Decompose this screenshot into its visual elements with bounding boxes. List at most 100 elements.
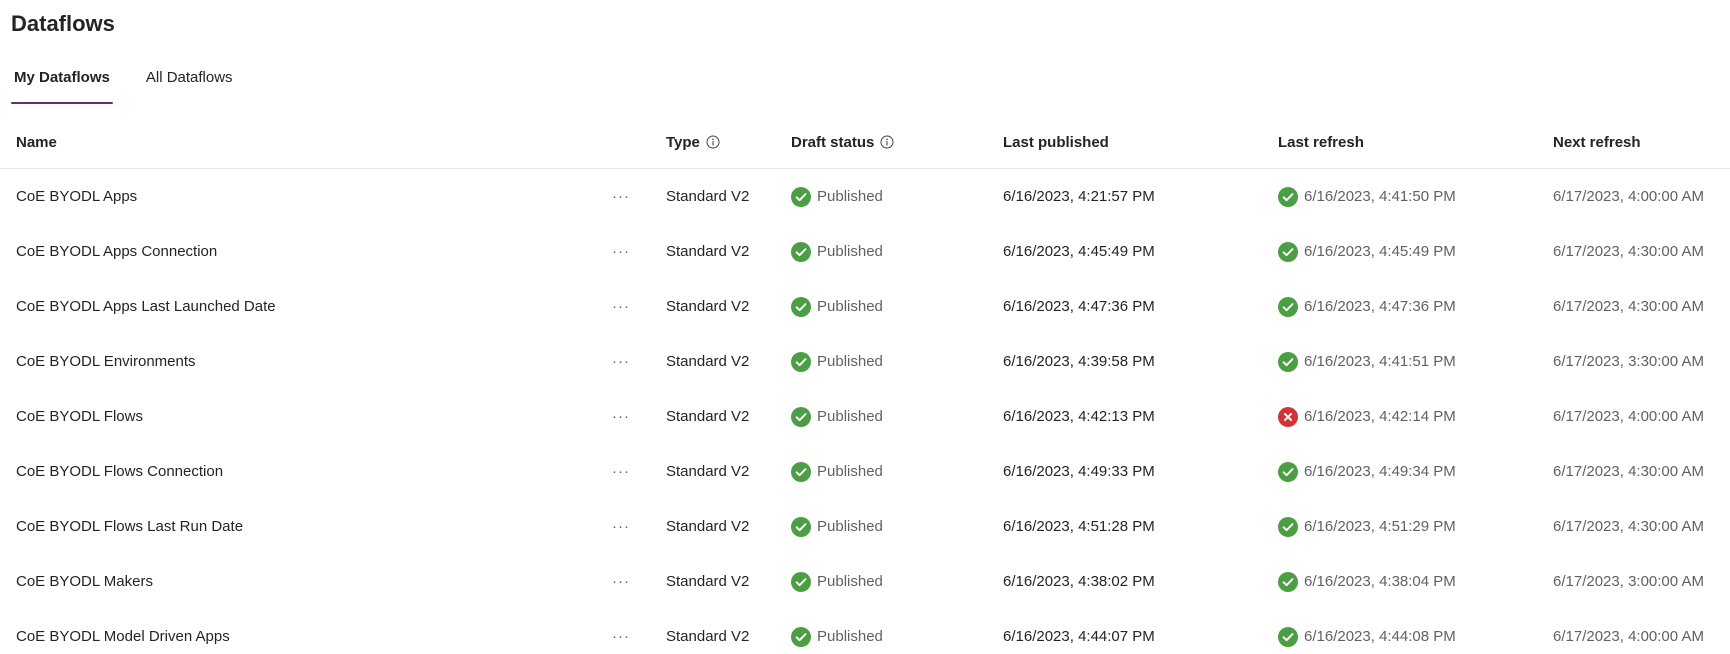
more-options-icon[interactable]: ··· bbox=[610, 169, 632, 224]
last-refresh-status[interactable]: 6/16/2023, 4:41:51 PM bbox=[1278, 334, 1456, 389]
last-refresh-status[interactable]: 6/16/2023, 4:38:04 PM bbox=[1278, 554, 1456, 609]
dataflow-name[interactable]: CoE BYODL Flows Connection bbox=[16, 444, 223, 499]
table-row[interactable]: CoE BYODL Apps Last Launched Date ··· St… bbox=[0, 279, 1730, 334]
last-refresh-status[interactable]: 6/16/2023, 4:44:08 PM bbox=[1278, 609, 1456, 654]
draft-status-text: Published bbox=[817, 242, 883, 260]
tab-my-dataflows[interactable]: My Dataflows bbox=[11, 62, 113, 104]
last-refresh-status[interactable]: 6/16/2023, 4:42:14 PM bbox=[1278, 389, 1456, 444]
dataflow-type: Standard V2 bbox=[666, 573, 750, 590]
next-refresh: 6/17/2023, 4:30:00 AM bbox=[1553, 298, 1704, 315]
last-refresh-text: 6/16/2023, 4:42:14 PM bbox=[1304, 407, 1456, 425]
draft-status-cell: Published bbox=[791, 444, 883, 499]
table-row[interactable]: CoE BYODL Makers ··· Standard V2 Publish… bbox=[0, 554, 1730, 609]
table-body: CoE BYODL Apps ··· Standard V2 Published… bbox=[0, 169, 1730, 654]
dataflow-name[interactable]: CoE BYODL Apps bbox=[16, 169, 137, 224]
draft-status-cell: Published bbox=[791, 279, 883, 334]
column-header-type-label: Type bbox=[666, 134, 700, 151]
tab-all-dataflows[interactable]: All Dataflows bbox=[143, 62, 236, 104]
last-refresh-status[interactable]: 6/16/2023, 4:51:29 PM bbox=[1278, 499, 1456, 554]
more-options-icon[interactable]: ··· bbox=[610, 444, 632, 499]
last-published: 6/16/2023, 4:45:49 PM bbox=[1003, 243, 1155, 260]
more-options-icon[interactable]: ··· bbox=[610, 224, 632, 279]
more-options-icon[interactable]: ··· bbox=[610, 334, 632, 389]
dataflow-type: Standard V2 bbox=[666, 188, 750, 205]
table-row[interactable]: CoE BYODL Flows ··· Standard V2 Publishe… bbox=[0, 389, 1730, 444]
table-row[interactable]: CoE BYODL Apps Connection ··· Standard V… bbox=[0, 224, 1730, 279]
table-row[interactable]: CoE BYODL Model Driven Apps ··· Standard… bbox=[0, 609, 1730, 654]
draft-status-cell: Published bbox=[791, 554, 883, 609]
last-refresh-text: 6/16/2023, 4:44:08 PM bbox=[1304, 627, 1456, 645]
success-check-icon bbox=[791, 461, 811, 482]
column-header-last-published[interactable]: Last published bbox=[1003, 118, 1109, 168]
next-refresh: 6/17/2023, 3:00:00 AM bbox=[1553, 573, 1704, 590]
draft-status-cell: Published bbox=[791, 169, 883, 224]
last-refresh-text: 6/16/2023, 4:41:50 PM bbox=[1304, 187, 1456, 205]
last-refresh-cell: 6/16/2023, 4:38:04 PM bbox=[1278, 554, 1456, 609]
more-options-icon[interactable]: ··· bbox=[610, 554, 632, 609]
draft-status: Published bbox=[791, 444, 883, 499]
table-header: Name Type Draft status Last published La… bbox=[0, 118, 1730, 169]
tab-list: My Dataflows All Dataflows bbox=[11, 62, 266, 104]
success-check-icon bbox=[1278, 186, 1298, 207]
column-header-next-refresh[interactable]: Next refresh bbox=[1553, 118, 1641, 168]
last-refresh-text: 6/16/2023, 4:49:34 PM bbox=[1304, 462, 1456, 480]
last-published: 6/16/2023, 4:51:28 PM bbox=[1003, 518, 1155, 535]
success-check-icon bbox=[791, 626, 811, 647]
info-icon[interactable] bbox=[880, 135, 894, 149]
success-check-icon bbox=[791, 516, 811, 537]
error-x-icon bbox=[1278, 406, 1298, 427]
column-header-draft-status[interactable]: Draft status bbox=[791, 118, 894, 168]
column-header-last-refresh[interactable]: Last refresh bbox=[1278, 118, 1364, 168]
last-published: 6/16/2023, 4:47:36 PM bbox=[1003, 298, 1155, 315]
last-refresh-cell: 6/16/2023, 4:47:36 PM bbox=[1278, 279, 1456, 334]
dataflow-type: Standard V2 bbox=[666, 408, 750, 425]
column-header-name[interactable]: Name bbox=[16, 118, 57, 168]
last-published: 6/16/2023, 4:49:33 PM bbox=[1003, 463, 1155, 480]
last-refresh-cell: 6/16/2023, 4:42:14 PM bbox=[1278, 389, 1456, 444]
info-icon[interactable] bbox=[706, 135, 720, 149]
more-options-cell: ··· bbox=[610, 499, 632, 554]
more-options-icon[interactable]: ··· bbox=[610, 389, 632, 444]
dataflow-name[interactable]: CoE BYODL Environments bbox=[16, 334, 196, 389]
last-refresh-status[interactable]: 6/16/2023, 4:49:34 PM bbox=[1278, 444, 1456, 499]
column-header-last-published-label: Last published bbox=[1003, 134, 1109, 151]
table-row[interactable]: CoE BYODL Apps ··· Standard V2 Published… bbox=[0, 169, 1730, 224]
more-options-cell: ··· bbox=[610, 169, 632, 224]
table-row[interactable]: CoE BYODL Flows Connection ··· Standard … bbox=[0, 444, 1730, 499]
dataflow-name[interactable]: CoE BYODL Flows Last Run Date bbox=[16, 499, 243, 554]
dataflow-name[interactable]: CoE BYODL Model Driven Apps bbox=[16, 609, 230, 654]
dataflow-name[interactable]: CoE BYODL Apps Last Launched Date bbox=[16, 279, 276, 334]
table-row[interactable]: CoE BYODL Flows Last Run Date ··· Standa… bbox=[0, 499, 1730, 554]
last-refresh-text: 6/16/2023, 4:51:29 PM bbox=[1304, 517, 1456, 535]
dataflows-table: Name Type Draft status Last published La… bbox=[0, 118, 1730, 654]
dataflow-name[interactable]: CoE BYODL Flows bbox=[16, 389, 143, 444]
table-row[interactable]: CoE BYODL Environments ··· Standard V2 P… bbox=[0, 334, 1730, 389]
success-check-icon bbox=[1278, 461, 1298, 482]
column-header-draft-status-label: Draft status bbox=[791, 134, 875, 151]
last-published: 6/16/2023, 4:21:57 PM bbox=[1003, 188, 1155, 205]
draft-status-text: Published bbox=[817, 297, 883, 315]
column-header-name-label: Name bbox=[16, 134, 57, 151]
more-options-icon[interactable]: ··· bbox=[610, 279, 632, 334]
draft-status-text: Published bbox=[817, 462, 883, 480]
column-header-type[interactable]: Type bbox=[666, 118, 720, 168]
dataflow-name[interactable]: CoE BYODL Makers bbox=[16, 554, 153, 609]
more-options-cell: ··· bbox=[610, 609, 632, 654]
last-refresh-status[interactable]: 6/16/2023, 4:45:49 PM bbox=[1278, 224, 1456, 279]
success-check-icon bbox=[1278, 626, 1298, 647]
draft-status: Published bbox=[791, 554, 883, 609]
dataflows-page: Dataflows My Dataflows All Dataflows Nam… bbox=[0, 0, 1730, 654]
more-options-cell: ··· bbox=[610, 554, 632, 609]
draft-status: Published bbox=[791, 224, 883, 279]
success-check-icon bbox=[1278, 296, 1298, 317]
more-options-icon[interactable]: ··· bbox=[610, 609, 632, 654]
more-options-icon[interactable]: ··· bbox=[610, 499, 632, 554]
draft-status-text: Published bbox=[817, 187, 883, 205]
next-refresh: 6/17/2023, 4:00:00 AM bbox=[1553, 408, 1704, 425]
last-refresh-status[interactable]: 6/16/2023, 4:47:36 PM bbox=[1278, 279, 1456, 334]
last-refresh-cell: 6/16/2023, 4:49:34 PM bbox=[1278, 444, 1456, 499]
dataflow-type: Standard V2 bbox=[666, 463, 750, 480]
more-options-cell: ··· bbox=[610, 224, 632, 279]
dataflow-name[interactable]: CoE BYODL Apps Connection bbox=[16, 224, 217, 279]
last-refresh-status[interactable]: 6/16/2023, 4:41:50 PM bbox=[1278, 169, 1456, 224]
